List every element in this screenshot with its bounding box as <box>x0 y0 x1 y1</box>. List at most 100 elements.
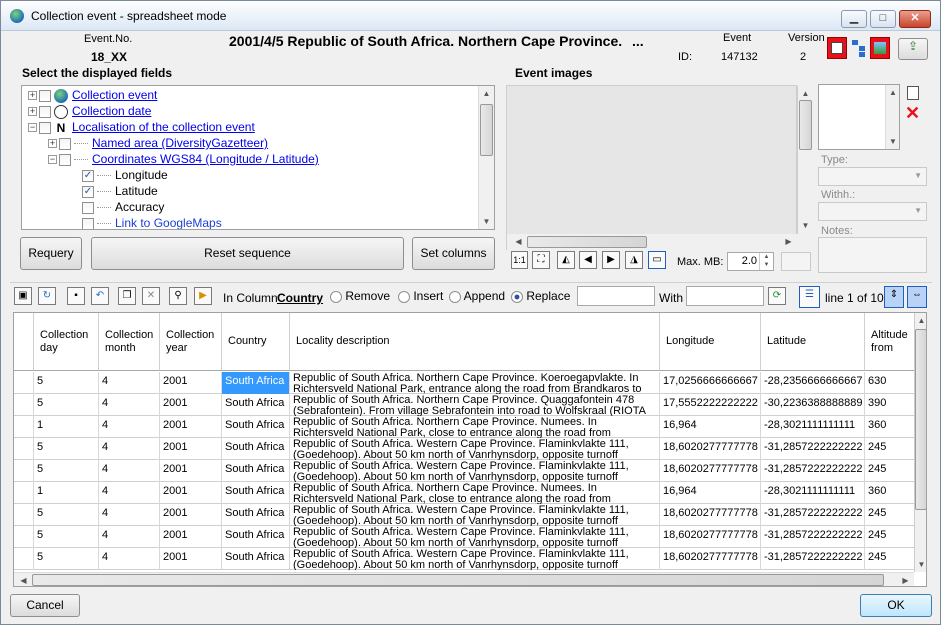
cell-month[interactable]: 4 <box>99 394 160 416</box>
cell-country[interactable]: South Africa <box>222 394 290 416</box>
tree-item-label[interactable]: Coordinates WGS84 (Longitude / Latitude) <box>92 152 319 166</box>
cell-latitude[interactable]: -31,2857222222222 <box>761 504 865 526</box>
cell-country[interactable]: South Africa <box>222 460 290 482</box>
scroll-up-icon[interactable]: ▲ <box>479 86 494 101</box>
grid-vscroll[interactable]: ▲ ▼ <box>914 313 926 572</box>
type-dropdown[interactable]: ▼ <box>818 167 927 186</box>
cell-locality[interactable]: Republic of South Africa. Western Cape P… <box>290 504 660 526</box>
rotate-left-icon[interactable]: ◀ <box>579 251 597 269</box>
cell-year[interactable]: 2001 <box>160 526 222 548</box>
cell-month[interactable]: 4 <box>99 526 160 548</box>
row-header[interactable] <box>14 394 34 416</box>
table-row[interactable]: 5 4 2001 South Africa Republic of South Afri… <box>14 548 915 570</box>
cell-day[interactable]: 5 <box>34 504 99 526</box>
image-vscroll[interactable]: ▲ ▼ <box>797 86 813 234</box>
max-mb-input[interactable]: 2.0 ▲ ▼ <box>727 252 774 271</box>
flip-vertical-icon[interactable]: ◮ <box>625 251 643 269</box>
checkbox[interactable] <box>82 201 94 214</box>
column-header-year[interactable]: Collection year <box>160 313 222 371</box>
cell-latitude[interactable]: -28,2356666666667 <box>761 372 865 394</box>
row-header[interactable] <box>14 372 34 394</box>
tree-item-latitude[interactable]: ✓ Latitude <box>82 183 158 199</box>
cell-altitude[interactable]: 245 <box>865 460 915 482</box>
cell-country[interactable]: South Africa <box>222 504 290 526</box>
checkbox[interactable] <box>59 137 71 150</box>
checkbox[interactable] <box>39 105 51 118</box>
cell-day[interactable]: 5 <box>34 548 99 570</box>
find-icon[interactable]: ⚲ <box>169 287 187 305</box>
tree-item-label[interactable]: Collection event <box>72 88 157 102</box>
cell-month[interactable]: 4 <box>99 548 160 570</box>
cell-country[interactable]: South Africa <box>222 526 290 548</box>
cell-month[interactable]: 4 <box>99 438 160 460</box>
reset-sequence-button[interactable]: Reset sequence <box>91 237 404 270</box>
radio-replace[interactable] <box>511 290 523 303</box>
replace-label[interactable]: Replace <box>526 289 570 303</box>
cell-longitude[interactable]: 17,0256666666667 <box>660 372 761 394</box>
table-row[interactable]: 5 4 2001 South Africa Republic of South Afri… <box>14 438 915 460</box>
table-row[interactable]: 5 4 2001 South Africa Republic of South Afri… <box>14 394 915 416</box>
save-icon[interactable]: ▪ <box>67 287 85 305</box>
scroll-left-icon[interactable]: ◀ <box>16 573 31 586</box>
checkbox[interactable] <box>39 121 51 134</box>
tree-item-label[interactable]: Longitude <box>115 168 168 182</box>
collapse-icon[interactable]: − <box>28 123 37 133</box>
close-button[interactable]: ✕ <box>899 10 931 28</box>
radio-append[interactable] <box>449 290 461 303</box>
tree-item-label[interactable]: Collection date <box>72 104 151 118</box>
cell-longitude[interactable]: 18,6020277777778 <box>660 504 761 526</box>
cell-longitude[interactable]: 18,6020277777778 <box>660 438 761 460</box>
tree-scrollbar[interactable]: ▲ ▼ <box>478 86 494 229</box>
cell-year[interactable]: 2001 <box>160 438 222 460</box>
tree-item-collection-date[interactable]: + Collection date <box>28 103 151 119</box>
tree-item-longitude[interactable]: ✓ Longitude <box>82 167 168 183</box>
cell-year[interactable]: 2001 <box>160 548 222 570</box>
row-header[interactable] <box>14 548 34 570</box>
cell-year[interactable]: 2001 <box>160 482 222 504</box>
maximize-button[interactable]: □ <box>870 10 896 28</box>
cell-year[interactable]: 2001 <box>160 460 222 482</box>
cell-year[interactable]: 2001 <box>160 394 222 416</box>
image-list[interactable]: ▲ ▼ ◀ ▶ <box>506 85 813 250</box>
cell-locality[interactable]: Republic of South Africa. Northern Cape … <box>290 482 660 504</box>
cell-locality[interactable]: Republic of South Africa. Northern Cape … <box>290 372 660 394</box>
cell-locality[interactable]: Republic of South Africa. Western Cape P… <box>290 460 660 482</box>
rows-icon[interactable]: ☰ <box>799 286 820 308</box>
requery-button[interactable]: Requery <box>20 237 82 270</box>
tree-item-accuracy[interactable]: Accuracy <box>82 199 164 215</box>
row-header[interactable] <box>14 438 34 460</box>
cell-day[interactable]: 5 <box>34 526 99 548</box>
cell-locality[interactable]: Republic of South Africa. Northern Cape … <box>290 416 660 438</box>
scroll-up-icon[interactable]: ▲ <box>886 85 900 100</box>
cell-latitude[interactable]: -31,2857222222222 <box>761 548 865 570</box>
collapse-rows-icon[interactable]: ⇕ <box>884 286 904 308</box>
checkbox-checked[interactable]: ✓ <box>82 169 94 182</box>
rotate-right-icon[interactable]: ▶ <box>602 251 620 269</box>
goto-icon[interactable]: ▶ <box>194 287 212 305</box>
table-row[interactable]: 1 4 2001 South Africa Republic of South Afri… <box>14 482 915 504</box>
scroll-thumb[interactable] <box>527 236 647 248</box>
copy-icon[interactable]: ❐ <box>118 287 136 305</box>
cell-latitude[interactable]: -28,3021111111111 <box>761 482 865 504</box>
cell-altitude[interactable]: 245 <box>865 526 915 548</box>
table-row[interactable]: 5 4 2001 South Africa Republic of South Afri… <box>14 372 915 394</box>
radio-remove[interactable] <box>330 290 342 303</box>
fit-icon[interactable]: ⛶ <box>532 251 550 269</box>
column-header-month[interactable]: Collection month <box>99 313 160 371</box>
with-input[interactable] <box>686 286 764 306</box>
cell-longitude[interactable]: 18,6020277777778 <box>660 460 761 482</box>
cell-day[interactable]: 5 <box>34 372 99 394</box>
scroll-thumb[interactable] <box>915 329 926 510</box>
scroll-left-icon[interactable]: ◀ <box>511 234 526 249</box>
scroll-down-icon[interactable]: ▼ <box>798 218 813 233</box>
cell-latitude[interactable]: -30,2236388888889 <box>761 394 865 416</box>
table-row[interactable]: 5 4 2001 South Africa Republic of South Afri… <box>14 504 915 526</box>
checkbox-checked[interactable]: ✓ <box>82 185 94 198</box>
cell-locality[interactable]: Republic of South Africa. Western Cape P… <box>290 548 660 570</box>
new-document-icon[interactable] <box>907 86 919 100</box>
tree-item-collection-event[interactable]: + Collection event <box>28 87 157 103</box>
cell-longitude[interactable]: 16,964 <box>660 416 761 438</box>
row-header[interactable] <box>14 482 34 504</box>
cell-country[interactable]: South Africa <box>222 548 290 570</box>
cell-country[interactable]: South Africa <box>222 372 290 394</box>
